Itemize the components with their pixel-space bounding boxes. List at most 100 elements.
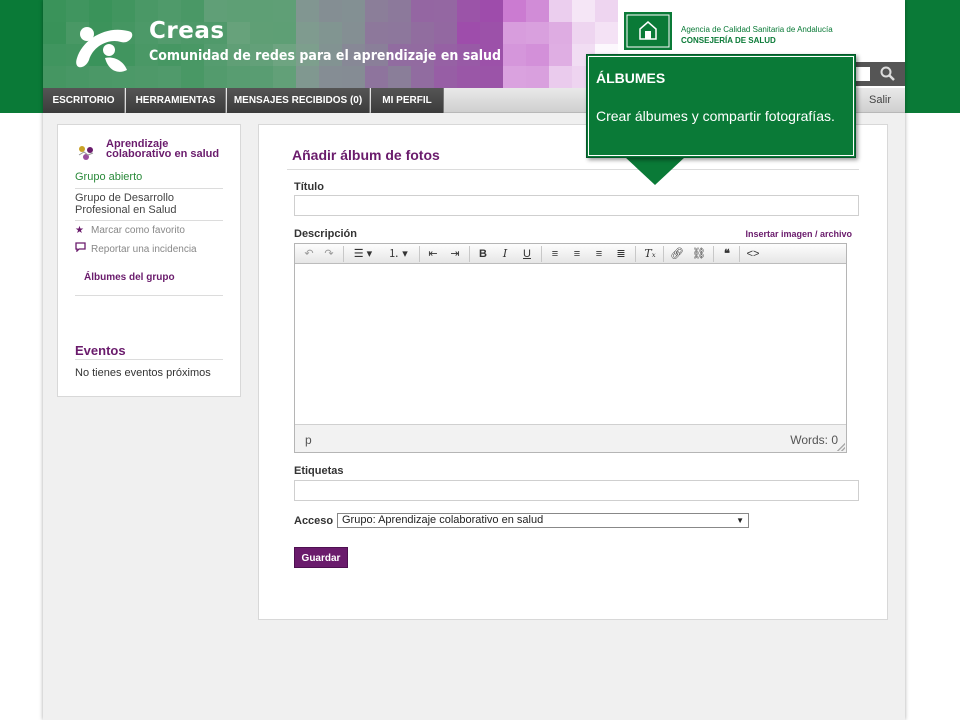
- group-type: Grupo abierto: [75, 171, 143, 183]
- title-input[interactable]: [294, 195, 859, 216]
- toolbar-separator: [739, 246, 740, 262]
- mosaic-tile: [434, 22, 457, 44]
- nav-herramientas[interactable]: HERRAMIENTAS: [126, 88, 226, 113]
- mosaic-tile: [319, 66, 342, 88]
- mosaic-tile: [319, 22, 342, 44]
- toolbar-separator: [419, 246, 420, 262]
- tags-label: Etiquetas: [294, 465, 344, 477]
- mosaic-tile: [319, 0, 342, 22]
- consejeria-name: CONSEJERÍA DE SALUD: [681, 36, 776, 45]
- sidebar-item-albums[interactable]: Álbumes del grupo: [84, 272, 175, 283]
- album-form-panel: Añadir álbum de fotos Título Descripción…: [258, 124, 888, 620]
- mosaic-tile: [250, 0, 273, 22]
- mosaic-tile: [526, 22, 549, 44]
- mosaic-tile: [388, 22, 411, 44]
- editor-statusbar: p Words: 0: [295, 424, 846, 452]
- element-path[interactable]: p: [305, 433, 312, 447]
- mosaic-tile: [526, 0, 549, 22]
- mosaic-tile: [549, 44, 572, 66]
- clear-format-icon[interactable]: Tₓ: [641, 246, 659, 262]
- mosaic-tile: [227, 22, 250, 44]
- toolbar-separator: [663, 246, 664, 262]
- link-icon[interactable]: 🔗︎: [669, 246, 685, 262]
- access-label: Acceso: [294, 515, 334, 527]
- save-button[interactable]: Guardar: [294, 547, 348, 568]
- mosaic-tile: [158, 66, 181, 88]
- mosaic-tile: [273, 66, 296, 88]
- report-action[interactable]: Reportar una incidencia: [75, 242, 197, 255]
- resize-handle-icon[interactable]: [837, 443, 845, 451]
- align-justify-icon[interactable]: ≣: [613, 246, 629, 262]
- mosaic-tile: [480, 66, 503, 88]
- group-parent[interactable]: Grupo de Desarrollo Profesional en Salud: [75, 192, 215, 216]
- mosaic-tile: [457, 66, 480, 88]
- toolbar-separator: [541, 246, 542, 262]
- agency-text: Agencia de Calidad Sanitaria de Andalucí…: [681, 24, 833, 46]
- tags-input[interactable]: [294, 480, 859, 501]
- mosaic-tile: [526, 66, 549, 88]
- search-icon[interactable]: [879, 66, 897, 82]
- bullet-list-icon[interactable]: ☰ ▾: [349, 246, 377, 262]
- rich-text-editor: ↶ ↷ ☰ ▾ ⒈ ▾ ⇤ ⇥ B I U ≡ ≡ ≡ ≣ Tₓ �: [294, 243, 847, 453]
- mosaic-tile: [181, 66, 204, 88]
- mosaic-tile: [273, 0, 296, 22]
- mosaic-tile: [434, 66, 457, 88]
- numbered-list-icon[interactable]: ⒈ ▾: [383, 246, 413, 262]
- unlink-icon[interactable]: ⛓︎: [691, 246, 707, 262]
- underline-icon[interactable]: U: [519, 246, 535, 262]
- mosaic-tile: [342, 66, 365, 88]
- access-selected-value: Grupo: Aprendizaje colaborativo en salud: [342, 514, 544, 526]
- toolbar-separator: [343, 246, 344, 262]
- header-search: [848, 62, 905, 86]
- page-title: Añadir álbum de fotos: [292, 147, 440, 163]
- mosaic-tile: [549, 0, 572, 22]
- editor-content-area[interactable]: [295, 264, 846, 424]
- sidebar-divider: [75, 295, 223, 296]
- blockquote-icon[interactable]: ❝: [719, 246, 735, 262]
- undo-icon[interactable]: ↶: [301, 246, 317, 262]
- title-divider: [287, 169, 859, 170]
- indent-icon[interactable]: ⇥: [447, 246, 463, 262]
- creas-logo-icon[interactable]: [69, 18, 139, 76]
- mosaic-tile: [342, 22, 365, 44]
- toolbar-separator: [713, 246, 714, 262]
- mosaic-tile: [227, 0, 250, 22]
- mosaic-tile: [342, 0, 365, 22]
- align-center-icon[interactable]: ≡: [569, 246, 585, 262]
- mosaic-tile: [457, 0, 480, 22]
- brand-tagline: Comunidad de redes para el aprendizaje e…: [149, 48, 502, 64]
- mosaic-tile: [388, 66, 411, 88]
- albums-tooltip: ÁLBUMES Crear álbumes y compartir fotogr…: [586, 54, 856, 158]
- align-right-icon[interactable]: ≡: [591, 246, 607, 262]
- italic-icon[interactable]: I: [497, 246, 513, 262]
- favorite-action[interactable]: ★ Marcar como favorito: [75, 225, 185, 236]
- mosaic-tile: [296, 22, 319, 44]
- logout-link[interactable]: Salir: [869, 88, 891, 113]
- nav-escritorio[interactable]: ESCRITORIO: [43, 88, 125, 113]
- mosaic-tile: [503, 0, 526, 22]
- mosaic-tile: [296, 66, 319, 88]
- sidebar-divider: [75, 220, 223, 221]
- mosaic-tile: [572, 22, 595, 44]
- align-left-icon[interactable]: ≡: [547, 246, 563, 262]
- nav-mensajes[interactable]: MENSAJES RECIBIDOS (0): [227, 88, 370, 113]
- group-title[interactable]: Aprendizaje colaborativo en salud: [106, 139, 226, 160]
- mosaic-tile: [549, 22, 572, 44]
- report-label: Reportar una incidencia: [91, 244, 197, 255]
- access-select[interactable]: Grupo: Aprendizaje colaborativo en salud…: [337, 513, 749, 528]
- outdent-icon[interactable]: ⇤: [425, 246, 441, 262]
- search-input[interactable]: [856, 67, 870, 81]
- mosaic-tile: [388, 0, 411, 22]
- agency-name: Agencia de Calidad Sanitaria de Andalucí…: [681, 25, 833, 34]
- favorite-label: Marcar como favorito: [91, 225, 185, 236]
- tooltip-title: ÁLBUMES: [596, 70, 666, 86]
- toolbar-separator: [635, 246, 636, 262]
- mosaic-tile: [250, 22, 273, 44]
- mosaic-tile: [480, 22, 503, 44]
- redo-icon[interactable]: ↷: [321, 246, 337, 262]
- insert-media-link[interactable]: Insertar imagen / archivo: [745, 229, 852, 239]
- editor-toolbar: ↶ ↷ ☰ ▾ ⒈ ▾ ⇤ ⇥ B I U ≡ ≡ ≡ ≣ Tₓ �: [295, 244, 846, 264]
- source-code-icon[interactable]: <>: [743, 246, 763, 262]
- nav-mi-perfil[interactable]: MI PERFIL: [371, 88, 444, 113]
- bold-icon[interactable]: B: [475, 246, 491, 262]
